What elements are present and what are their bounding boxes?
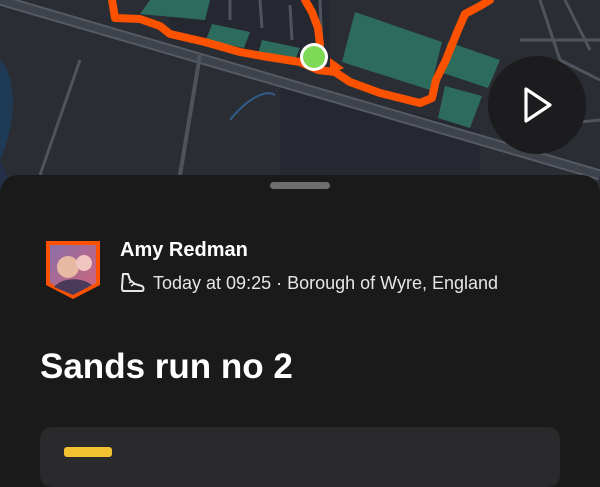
activity-time-location: Today at 09:25 · Borough of Wyre, Englan… [153,272,499,293]
shoe-icon [121,273,145,292]
avatar[interactable] [44,239,102,301]
athlete-name[interactable]: Amy Redman [120,239,248,262]
achievement-icon [64,447,112,457]
play-icon [524,87,552,123]
play-button[interactable] [488,56,586,154]
activity-title: Sands run no 2 [40,347,293,386]
route-map[interactable] [0,0,600,200]
activity-meta: Today at 09:25 · Borough of Wyre, Englan… [120,271,498,295]
activity-sheet: Amy Redman Today at 09:25 · Borough of W… [0,175,600,487]
stats-card[interactable] [40,427,560,487]
sheet-handle[interactable] [270,182,330,189]
